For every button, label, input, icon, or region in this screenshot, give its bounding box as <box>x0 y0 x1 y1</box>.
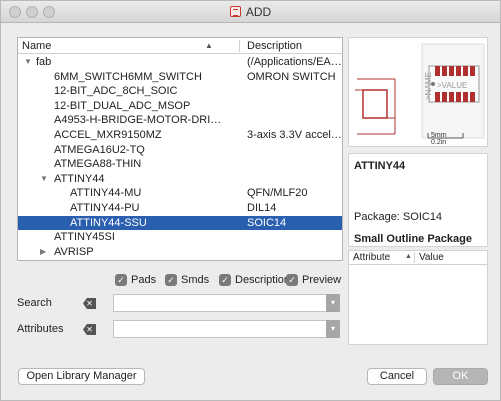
checkmark-icon[interactable]: ✓ <box>219 274 231 286</box>
checkbox-label: Description <box>235 274 289 286</box>
tree-row[interactable]: 12-BIT_ADC_8CH_SOIC <box>18 84 342 99</box>
preview-graphics: >NAME >VALUE 5mm 0.2in <box>355 43 485 146</box>
tree-row[interactable]: ▶ CAP-UNPOLARIZED <box>18 259 342 260</box>
checkmark-icon[interactable]: ✓ <box>115 274 127 286</box>
cancel-button[interactable]: Cancel <box>367 368 427 385</box>
tree-row-description: (/Applications/EA… <box>247 56 342 68</box>
tree-row-description: QFN/MLF20 <box>247 187 308 200</box>
tree-row[interactable]: ATTINY44-SSU SOIC14 <box>18 215 342 231</box>
tree-row-name: ATTINY44-PU <box>70 201 140 214</box>
checkbox-preview[interactable]: ✓ Preview <box>286 274 341 286</box>
description-column-header[interactable]: Description <box>247 40 302 52</box>
search-dropdown-arrow-icon[interactable]: ▾ <box>326 294 340 312</box>
collapsed-triangle-icon[interactable]: ▶ <box>40 259 46 260</box>
eagle-app-icon <box>229 6 241 17</box>
library-tree[interactable]: Name ▲ Description ▼ fab (/Applications/EA… <box>17 37 343 261</box>
attributes-dropdown-arrow-icon[interactable]: ▾ <box>326 320 340 338</box>
tree-row[interactable]: 12-BIT_DUAL_ADC_MSOP <box>18 99 342 114</box>
expanded-triangle-icon[interactable]: ▼ <box>24 55 32 70</box>
checkbox-smds[interactable]: ✓ Smds <box>165 274 209 286</box>
search-input[interactable]: ▾ <box>113 294 340 312</box>
checkmark-icon[interactable]: ✓ <box>165 274 177 286</box>
clear-search-icon[interactable]: ✕ <box>83 298 96 309</box>
tree-row-name: AVRISP <box>54 245 94 258</box>
package-name-text: >NAME <box>424 72 433 100</box>
tree-row[interactable]: ▼ fab (/Applications/EA… <box>18 55 342 70</box>
tree-row-name: ACCEL_MXR9150MZ <box>54 128 162 141</box>
name-column-header[interactable]: Name <box>22 40 51 52</box>
search-label: Search <box>17 297 52 309</box>
tree-row-name: 6MM_SWITCH6MM_SWITCH <box>54 70 202 83</box>
tree-row[interactable]: ATMEGA88-THIN <box>18 157 342 172</box>
sort-ascending-icon[interactable]: ▲ <box>205 41 213 50</box>
tree-row-name: ATTINY44 <box>54 172 105 185</box>
collapsed-triangle-icon[interactable]: ▶ <box>40 245 46 260</box>
tree-row[interactable]: 6MM_SWITCH6MM_SWITCH OMRON SWITCH <box>18 70 342 85</box>
attribute-column-divider[interactable] <box>414 252 415 263</box>
attributes-label: Attributes <box>17 323 64 335</box>
package-value-text: >VALUE <box>437 81 467 90</box>
window-title: ADD <box>1 5 500 19</box>
tree-row-name: 12-BIT_ADC_8CH_SOIC <box>54 85 178 98</box>
preview-panel: >NAME >VALUE 5mm 0.2in <box>348 37 488 147</box>
attributes-input[interactable]: ▾ <box>113 320 340 338</box>
tree-row[interactable]: ATTINY44-PU DIL14 <box>18 201 342 216</box>
tree-row[interactable]: ▼ ATTINY44 <box>18 172 342 187</box>
tree-row[interactable]: ATTINY44-MU QFN/MLF20 <box>18 186 342 201</box>
column-divider[interactable] <box>239 40 240 52</box>
checkbox-pads[interactable]: ✓ Pads <box>115 274 156 286</box>
checkmark-icon[interactable]: ✓ <box>286 274 298 286</box>
tree-row-name: A4953-H-BRIDGE-MOTOR-DRI… <box>54 114 222 127</box>
tree-row-name: 12-BIT_DUAL_ADC_MSOP <box>54 99 191 112</box>
device-description: Small Outline Package <box>354 233 472 245</box>
checkbox-label: Preview <box>302 274 342 286</box>
tree-row-description: SOIC14 <box>247 216 287 229</box>
tree-row-name: ATTINY44-MU <box>70 187 142 200</box>
clear-attributes-icon[interactable]: ✕ <box>83 324 96 335</box>
tree-row[interactable]: ATMEGA16U2-TQ <box>18 143 342 158</box>
window-title-text: ADD <box>245 5 272 19</box>
expanded-triangle-icon[interactable]: ▼ <box>40 172 48 187</box>
device-name: ATTINY44 <box>354 160 406 172</box>
symbol-preview <box>355 78 396 135</box>
tree-row-name: ATTINY45SI <box>54 231 115 244</box>
attribute-sort-icon[interactable]: ▲ <box>405 253 412 260</box>
option-checkboxes: ✓ Pads ✓ Smds ✓ Description ✓ Preview <box>1 274 346 288</box>
tree-row-name: ATTINY44-SSU <box>70 216 147 229</box>
attribute-table-header: Attribute ▲ Value <box>349 251 487 265</box>
checkbox-description[interactable]: ✓ Description <box>219 274 289 286</box>
tree-row-description: OMRON SWITCH <box>247 70 336 83</box>
device-package: Package: SOIC14 <box>354 211 443 223</box>
ok-button[interactable]: OK <box>433 368 488 385</box>
tree-row-name: ATMEGA88-THIN <box>54 158 142 171</box>
attribute-table[interactable]: Attribute ▲ Value <box>348 250 488 345</box>
tree-row-name: CAP-UNPOLARIZED <box>54 259 240 260</box>
scale-bar-text: 5mm <box>431 132 447 139</box>
tree-rows: ▼ fab (/Applications/EA… 6MM_SWITCH6MM_SWIT… <box>18 55 342 260</box>
tree-row-description: DIL14 <box>247 201 277 214</box>
title-bar: ADD <box>1 1 500 23</box>
value-column-header[interactable]: Value <box>419 252 444 263</box>
tree-header: Name ▲ Description <box>18 38 342 54</box>
attribute-column-header[interactable]: Attribute <box>353 252 390 263</box>
checkbox-label: Pads <box>131 274 157 286</box>
tree-row[interactable]: ATTINY45SI <box>18 230 342 245</box>
tree-row-description: 3-axis 3.3V accel… <box>247 128 342 141</box>
device-info-panel: ATTINY44 Package: SOIC14 Small Outline P… <box>348 153 488 247</box>
checkbox-label: Smds <box>181 274 210 286</box>
open-library-manager-button[interactable]: Open Library Manager <box>18 368 145 385</box>
tree-row[interactable]: ACCEL_MXR9150MZ 3-axis 3.3V accel… <box>18 128 342 143</box>
tree-row-name: fab <box>36 56 52 68</box>
tree-row[interactable]: ▶ AVRISP <box>18 245 342 260</box>
add-dialog: ADD Name ▲ Description ▼ fab (/Application… <box>0 0 501 401</box>
scale-bar-subtext: 0.2in <box>431 139 446 146</box>
package-preview: >NAME >VALUE 5mm 0.2in <box>421 43 485 146</box>
tree-row-name: ATMEGA16U2-TQ <box>54 143 145 156</box>
tree-row[interactable]: A4953-H-BRIDGE-MOTOR-DRI… <box>18 113 342 128</box>
